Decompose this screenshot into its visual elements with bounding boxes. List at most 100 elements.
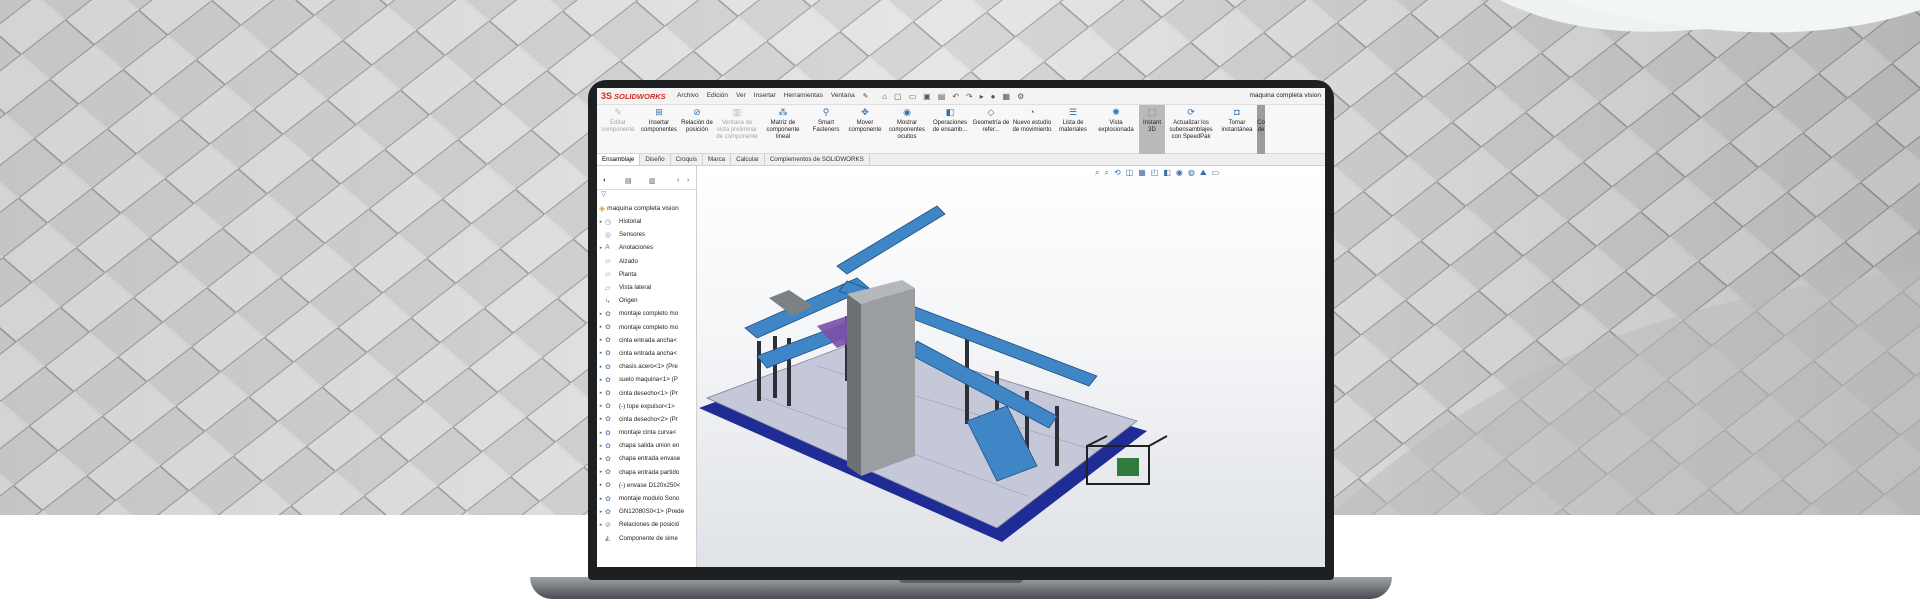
assembly-features-button[interactable]: ◧ Operaciones de ensamb...: [929, 105, 971, 154]
instant3d-button[interactable]: ⬚ Instant 3D: [1139, 105, 1165, 154]
expand-arrow-icon[interactable]: ▸: [597, 522, 605, 528]
expand-arrow-icon[interactable]: ▸: [597, 219, 605, 225]
open-folder-icon[interactable]: ▭: [909, 92, 917, 101]
move-component-button[interactable]: ✥ Mover componente: [845, 105, 885, 154]
undo-icon[interactable]: ↶: [952, 92, 959, 101]
menu-archivo[interactable]: Archivo: [677, 92, 699, 100]
expand-arrow-icon[interactable]: ▸: [597, 364, 605, 370]
options-icon[interactable]: ⚙: [1017, 92, 1024, 101]
menu-ver[interactable]: Ver: [736, 92, 746, 100]
filter-icon[interactable]: ▽: [597, 190, 696, 202]
menu-insertar[interactable]: Insertar: [754, 92, 776, 100]
menu-edicion[interactable]: Edición: [707, 92, 728, 100]
tree-item[interactable]: ↳ Origen: [597, 294, 696, 307]
tab-diseno[interactable]: Diseño: [640, 154, 671, 165]
expand-arrow-icon[interactable]: ▸: [597, 245, 605, 251]
select-icon[interactable]: ▸: [980, 92, 984, 101]
tree-item[interactable]: ▸ ✿ (-) tope expulsor<1>: [597, 400, 696, 413]
dynamic-annotation-icon[interactable]: ▦: [1138, 168, 1146, 178]
snapshot-button[interactable]: ◘ Tomar instantánea: [1217, 105, 1257, 154]
apply-scene-icon[interactable]: ⛰: [1200, 168, 1207, 178]
mate-button[interactable]: ⊘ Relación de posición: [679, 105, 715, 154]
tab-ensamblaje[interactable]: Ensamblaje: [597, 154, 641, 165]
smart-fasteners-button[interactable]: ⚲ Smart Fasteners: [807, 105, 845, 154]
tree-item[interactable]: ▸ ⊘ Relaciones de posició: [597, 518, 696, 531]
file-properties-icon[interactable]: ▦: [1003, 92, 1011, 101]
save-icon[interactable]: ▣: [923, 92, 931, 101]
expand-arrow-icon[interactable]: ▸: [597, 443, 605, 449]
previous-view-icon[interactable]: ⟲: [1114, 168, 1121, 178]
tab-marca[interactable]: Marca: [703, 154, 732, 165]
expand-arrow-icon[interactable]: ▸: [597, 403, 605, 409]
show-hidden-button[interactable]: ◉ Mostrar componentes ocultos: [885, 105, 929, 154]
display-style-icon[interactable]: ◧: [1163, 168, 1171, 178]
tab-calcular[interactable]: Calcular: [731, 154, 765, 165]
tree-item[interactable]: ▱ Vista lateral: [597, 281, 696, 294]
print-icon[interactable]: ▤: [938, 92, 946, 101]
redo-icon[interactable]: ↷: [966, 92, 973, 101]
configuration-manager-icon[interactable]: ▥: [649, 177, 656, 185]
expand-arrow-icon[interactable]: ▸: [597, 311, 605, 317]
bom-button[interactable]: ☰ Lista de materiales: [1053, 105, 1093, 154]
tree-item[interactable]: ◎ Sensores: [597, 228, 696, 241]
tree-root[interactable]: ◈ maquina completa vision: [597, 202, 696, 215]
tree-item[interactable]: ◭ Componente de sime: [597, 532, 696, 545]
pin-icon[interactable]: ✎: [863, 92, 868, 100]
graphics-area[interactable]: ⌕ ⌕ ⟲ ◫ ▦ ◰ ◧ ◉ ◍ ⛰ ▭: [697, 166, 1325, 567]
tree-item[interactable]: ▱ Planta: [597, 268, 696, 281]
menu-herramientas[interactable]: Herramientas: [784, 92, 823, 100]
tab-croquis[interactable]: Croquis: [671, 154, 703, 165]
expand-arrow-icon[interactable]: ▸: [597, 416, 605, 422]
tree-item[interactable]: ▸ ✿ suelo maquina<1> (P: [597, 373, 696, 386]
edit-appearance-icon[interactable]: ◍: [1188, 168, 1195, 178]
tree-item[interactable]: ▸ ✿ chapa salida union en: [597, 439, 696, 452]
tree-item[interactable]: ▱ Alzado: [597, 255, 696, 268]
section-view-icon[interactable]: ◫: [1126, 168, 1134, 178]
expand-arrow-icon[interactable]: ▸: [597, 324, 605, 330]
edit-component-button[interactable]: ✎ Editar componente: [597, 105, 639, 154]
tree-item[interactable]: ▸ ◷ Historial: [597, 215, 696, 228]
view-settings-icon[interactable]: ▭: [1212, 168, 1220, 178]
tree-item[interactable]: ▸ ✿ montaje cinta curva<: [597, 426, 696, 439]
tree-item[interactable]: ▸ ✿ GN12080S0<1> (Prede: [597, 505, 696, 518]
rebuild-icon[interactable]: ●: [991, 92, 996, 101]
reference-geometry-button[interactable]: ◇ Geometría de refer...: [971, 105, 1011, 154]
tree-item[interactable]: ▸ ✿ montaje completo mo: [597, 321, 696, 334]
expand-arrow-icon[interactable]: ▸: [597, 390, 605, 396]
view-orientation-icon[interactable]: ◰: [1151, 168, 1159, 178]
tree-item[interactable]: ▸ ✿ montaje modulo Sono: [597, 492, 696, 505]
expand-arrow-icon[interactable]: ▸: [597, 337, 605, 343]
new-document-icon[interactable]: ▢: [894, 92, 902, 101]
panel-left-arrow-icon[interactable]: ‹: [677, 177, 679, 184]
expand-arrow-icon[interactable]: ▸: [597, 377, 605, 383]
linear-pattern-button[interactable]: ⁂ Matriz de componente lineal: [759, 105, 807, 154]
more-button[interactable]: Co de: [1257, 105, 1265, 154]
expand-arrow-icon[interactable]: ▸: [597, 509, 605, 515]
insert-components-button[interactable]: ⊞ Insertar componentes: [639, 105, 679, 154]
expand-arrow-icon[interactable]: ▸: [597, 430, 605, 436]
menu-ventana[interactable]: Ventana: [831, 92, 855, 100]
expand-arrow-icon[interactable]: ▸: [597, 496, 605, 502]
tree-item[interactable]: ▸ ✿ cinta entrada ancha<: [597, 347, 696, 360]
expand-arrow-icon[interactable]: ▸: [597, 350, 605, 356]
expand-arrow-icon[interactable]: ▸: [597, 456, 605, 462]
zoom-area-icon[interactable]: ⌕: [1104, 168, 1108, 178]
tree-item[interactable]: ▸ A Anotaciones: [597, 241, 696, 254]
home-icon[interactable]: ⌂: [882, 92, 887, 101]
tree-item[interactable]: ▸ ✿ (-) envase D120x250<: [597, 479, 696, 492]
tree-item[interactable]: ▸ ✿ chasis acero<1> (Pre: [597, 360, 696, 373]
speedpak-button[interactable]: ⟳ Actualizar los subensamblajes con Speed…: [1165, 105, 1217, 154]
preview-window-button[interactable]: ▥ Ventana de vista preliminar de componen…: [715, 105, 759, 154]
tree-item[interactable]: ▸ ✿ cinta desecho<1> (Pr: [597, 386, 696, 399]
zoom-to-fit-icon[interactable]: ⌕: [1095, 168, 1099, 178]
exploded-view-button[interactable]: ✺ Vista explosionada: [1093, 105, 1139, 154]
motion-study-button[interactable]: ◔ Nuevo estudio de movimiento: [1011, 105, 1053, 154]
tree-item[interactable]: ▸ ✿ chapa entrada partido: [597, 466, 696, 479]
tab-complementos[interactable]: Complementos de SOLIDWORKS: [765, 154, 870, 165]
expand-arrow-icon[interactable]: ▸: [597, 482, 605, 488]
expand-arrow-icon[interactable]: ▸: [597, 469, 605, 475]
hide-show-items-icon[interactable]: ◉: [1176, 168, 1183, 178]
property-manager-icon[interactable]: ▤: [625, 177, 632, 185]
tree-item[interactable]: ▸ ✿ montaje completo mo: [597, 307, 696, 320]
tree-item[interactable]: ▸ ✿ cinta desecho<2> (Pr: [597, 413, 696, 426]
